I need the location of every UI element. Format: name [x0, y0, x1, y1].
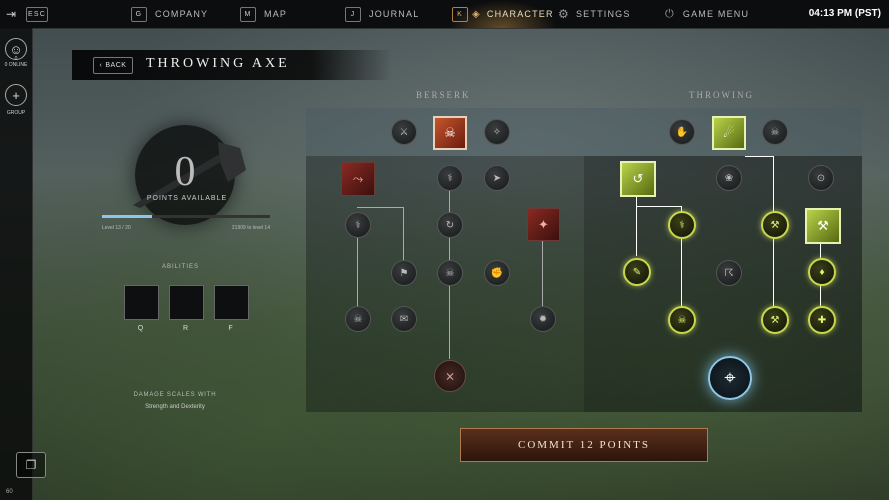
throwing-passive-node-unlocked[interactable]: ✎ — [623, 258, 651, 286]
keybind-badge: M — [240, 6, 256, 22]
level-text: Level 13 / 20 — [102, 225, 131, 231]
points-available-value: 0 — [174, 149, 196, 195]
esc-button[interactable]: ESC — [26, 0, 56, 28]
throwing-passive-node[interactable]: ❀ — [716, 165, 742, 191]
back-button[interactable]: ‹ BACK — [93, 57, 133, 74]
connector-line-active — [773, 237, 774, 307]
connector-line-active — [745, 156, 774, 157]
character-diamond-icon: ◈ — [472, 8, 481, 20]
berserk-passive-node[interactable]: ↻ — [437, 212, 463, 238]
connector-line-active — [636, 206, 681, 207]
slot-key-q: Q — [137, 325, 144, 332]
top-navigation-bar: ⇥ ESC G COMPANY M MAP J JOURNAL K ◈ CHAR… — [0, 0, 889, 29]
damage-scales-stats: Strength and Dexterity — [145, 404, 205, 410]
berserk-passive-node[interactable]: ☠ — [437, 260, 463, 286]
connector-line — [357, 237, 358, 307]
xp-to-next-text: 21909 to level 14 — [231, 225, 270, 231]
ability-slot-q[interactable] — [124, 285, 159, 320]
keybind-badge: J — [345, 6, 361, 22]
berserk-ability-icon[interactable]: ☠ — [433, 116, 467, 150]
online-label: 0 ONLINE — [4, 62, 28, 68]
page-title: THROWING AXE — [146, 56, 290, 71]
xp-progress-bar — [102, 215, 270, 218]
berserk-passive-node[interactable]: ⚕ — [437, 165, 463, 191]
berserk-passive-node[interactable]: ✊ — [484, 260, 510, 286]
nav-label: GAME MENU — [682, 9, 750, 19]
throwing-passive-node[interactable]: ☈ — [716, 260, 742, 286]
chat-icon[interactable]: ❐ — [16, 452, 46, 478]
slot-key-r: R — [182, 325, 189, 332]
berserk-passive-node[interactable]: ⚑ — [391, 260, 417, 286]
berserk-active-ability-icon[interactable]: ⤳ — [341, 162, 375, 196]
berserk-ultimate-node[interactable]: ⨯ — [434, 360, 466, 392]
connector-line-active — [773, 156, 774, 212]
throwing-ultimate-crosshair-icon[interactable]: ⌖ — [708, 356, 752, 400]
connector-line-active — [681, 237, 682, 307]
connector-line — [542, 240, 543, 306]
throwing-passive-node[interactable]: ✋ — [669, 119, 695, 145]
nav-label: JOURNAL — [369, 9, 420, 19]
throwing-tree-title: THROWING — [689, 90, 754, 100]
chevron-left-icon: ‹ — [99, 62, 103, 69]
keybind-badge: K — [452, 6, 468, 22]
connector-line-active — [636, 194, 637, 256]
throwing-passive-node-unlocked[interactable]: ⚒ — [761, 211, 789, 239]
connector-line-active — [820, 284, 821, 306]
back-label: BACK — [105, 62, 127, 69]
nav-label: SETTINGS — [575, 9, 631, 19]
berserk-passive-node[interactable]: ➤ — [484, 165, 510, 191]
keybind-badge: G — [131, 6, 147, 22]
connector-line — [449, 190, 450, 212]
throwing-ability-icon[interactable]: ☄ — [712, 116, 746, 150]
group-label: GROUP — [6, 110, 26, 116]
throwing-active-ability-icon[interactable]: ↺ — [620, 161, 656, 197]
nav-settings[interactable]: ⚙ SETTINGS — [558, 0, 631, 28]
nav-journal[interactable]: J JOURNAL — [345, 0, 419, 28]
abilities-title: ABILITIES — [162, 264, 200, 270]
nav-game-menu[interactable]: ⏻ GAME MENU — [665, 0, 749, 28]
damage-scales-title: DAMAGE SCALES WITH — [133, 392, 217, 398]
throwing-passive-node-unlocked[interactable]: ⚒ — [761, 306, 789, 334]
nav-label: COMPANY — [155, 9, 209, 19]
nav-label: CHARACTER — [486, 9, 554, 19]
points-available-label: POINTS AVAILABLE — [146, 195, 228, 202]
berserk-passive-node[interactable]: ✹ — [530, 306, 556, 332]
berserk-active-ability-icon[interactable]: ✦ — [527, 208, 560, 241]
exit-icon[interactable]: ⇥ — [6, 0, 17, 28]
nav-character[interactable]: K ◈ CHARACTER — [452, 0, 554, 28]
esc-key: ESC — [26, 6, 48, 22]
population-count: 60 — [6, 489, 13, 495]
throwing-active-ability-icon[interactable]: ⚒ — [805, 208, 841, 244]
throwing-passive-node-unlocked[interactable]: ⚕ — [668, 211, 696, 239]
slot-key-f: F — [228, 325, 233, 332]
commit-points-button[interactable]: COMMIT 12 POINTS — [460, 428, 708, 462]
ability-slot-r[interactable] — [169, 285, 204, 320]
clock: 04:13 PM (PST) — [808, 8, 881, 19]
berserk-passive-node[interactable]: ⚔ — [391, 119, 417, 145]
connector-line — [357, 207, 403, 208]
gear-icon: ⚙ — [558, 7, 570, 21]
throwing-passive-node-unlocked[interactable]: ♦ — [808, 258, 836, 286]
social-rail: ☺ 0 0 ONLINE + GROUP — [0, 28, 33, 500]
add-group-icon[interactable]: + — [5, 84, 27, 106]
berserk-passive-node[interactable]: ⚕ — [345, 212, 371, 238]
berserk-passive-node[interactable]: ✧ — [484, 119, 510, 145]
nav-label: MAP — [264, 9, 288, 19]
berserk-passive-node[interactable]: ✉ — [391, 306, 417, 332]
nav-company[interactable]: G COMPANY — [131, 0, 208, 28]
berserk-tree-title: BERSERK — [416, 90, 471, 100]
throwing-passive-node[interactable]: ⊙ — [808, 165, 834, 191]
ability-slot-f[interactable] — [214, 285, 249, 320]
connector-line — [449, 237, 450, 359]
connector-line — [403, 207, 404, 262]
power-icon: ⏻ — [665, 7, 675, 20]
nav-map[interactable]: M MAP — [240, 0, 287, 28]
throwing-passive-node[interactable]: ☠ — [762, 119, 788, 145]
xp-progress-fill — [102, 215, 153, 218]
berserk-passive-node[interactable]: ☠ — [345, 306, 371, 332]
throwing-passive-node-unlocked[interactable]: ☠ — [668, 306, 696, 334]
throwing-passive-node-unlocked[interactable]: ✚ — [808, 306, 836, 334]
